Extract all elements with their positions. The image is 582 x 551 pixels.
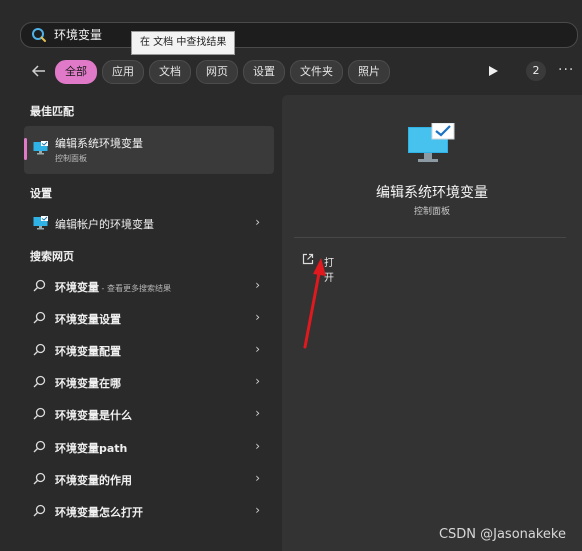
open-label: 打开 bbox=[324, 258, 334, 284]
search-bar[interactable]: 环境变量 bbox=[20, 22, 578, 48]
chevron-right-icon: › bbox=[255, 471, 260, 485]
chevron-right-icon: › bbox=[255, 374, 260, 388]
search-icon bbox=[33, 440, 46, 453]
web-result-item[interactable]: 环境变量path › bbox=[24, 434, 274, 460]
result-count-badge[interactable]: 2 bbox=[526, 61, 546, 81]
monitor-icon bbox=[33, 141, 48, 155]
monitor-large-icon bbox=[408, 123, 455, 162]
settings-heading: 设置 bbox=[30, 187, 52, 200]
tab-documents[interactable]: 文档 bbox=[149, 60, 191, 84]
web-result-item[interactable]: 环境变量是什么 › bbox=[24, 401, 274, 427]
best-match-title: 编辑系统环境变量 bbox=[55, 137, 143, 150]
tab-folders[interactable]: 文件夹 bbox=[290, 60, 343, 84]
tab-photos[interactable]: 照片 bbox=[348, 60, 390, 84]
chevron-right-icon: › bbox=[255, 310, 260, 324]
best-match-heading: 最佳匹配 bbox=[30, 105, 74, 118]
watermark: CSDN @Jasonakeke bbox=[438, 527, 566, 542]
search-icon bbox=[33, 311, 46, 324]
web-result-item[interactable]: 环境变量 - 查看更多搜索结果 › bbox=[24, 273, 274, 299]
chevron-right-icon: › bbox=[255, 439, 260, 453]
back-arrow-icon[interactable] bbox=[30, 62, 48, 80]
web-result-item[interactable]: 环境变量的作用 › bbox=[24, 466, 274, 492]
web-result-label: 环境变量是什么 bbox=[55, 409, 132, 422]
web-result-label: 环境变量在哪 bbox=[55, 377, 121, 390]
web-result-hint: - 查看更多搜索结果 bbox=[99, 284, 171, 293]
web-result-label: 环境变量怎么打开 bbox=[55, 506, 143, 519]
search-icon bbox=[33, 343, 46, 356]
monitor-icon bbox=[33, 216, 48, 230]
search-input[interactable]: 环境变量 bbox=[54, 26, 102, 43]
chevron-right-icon: › bbox=[255, 406, 260, 420]
web-result-term: 环境变量 bbox=[55, 281, 99, 294]
settings-item-label: 编辑帐户的环境变量 bbox=[55, 218, 154, 231]
search-icon bbox=[33, 407, 46, 420]
search-icon bbox=[33, 375, 46, 388]
chevron-right-icon: › bbox=[255, 278, 260, 292]
selection-indicator bbox=[24, 138, 27, 160]
tab-settings[interactable]: 设置 bbox=[243, 60, 285, 84]
chevron-right-icon: › bbox=[255, 503, 260, 517]
divider bbox=[294, 237, 566, 238]
detail-pane: 编辑系统环境变量 控制面板 打开 bbox=[282, 95, 582, 551]
detail-title: 编辑系统环境变量 bbox=[376, 185, 488, 201]
open-external-icon bbox=[302, 253, 314, 265]
detail-subtitle: 控制面板 bbox=[413, 207, 450, 217]
more-options-icon[interactable]: ··· bbox=[558, 62, 574, 78]
settings-item[interactable]: 编辑帐户的环境变量 › bbox=[24, 210, 274, 236]
search-icon bbox=[32, 28, 46, 42]
chevron-right-icon: › bbox=[255, 342, 260, 356]
web-result-label: 环境变量的作用 bbox=[55, 474, 132, 487]
web-result-label: 环境变量配置 bbox=[55, 345, 121, 358]
web-result-item[interactable]: 环境变量在哪 › bbox=[24, 369, 274, 395]
web-result-item[interactable]: 环境变量配置 › bbox=[24, 337, 274, 363]
best-match-subtitle: 控制面板 bbox=[55, 154, 87, 163]
play-icon[interactable] bbox=[486, 64, 500, 78]
web-result-label: 环境变量设置 bbox=[55, 313, 121, 326]
chevron-right-icon: › bbox=[255, 215, 260, 229]
web-result-item[interactable]: 环境变量设置 › bbox=[24, 305, 274, 331]
tab-web[interactable]: 网页 bbox=[196, 60, 238, 84]
search-panel: 环境变量 在 文档 中查找结果 全部 应用 文档 网页 设置 文件夹 照片 2 … bbox=[0, 0, 582, 551]
search-icon bbox=[33, 279, 46, 292]
search-icon bbox=[33, 472, 46, 485]
best-match-item[interactable]: 编辑系统环境变量 控制面板 bbox=[24, 126, 274, 174]
web-result-label: 环境变量path bbox=[55, 442, 128, 455]
tab-all[interactable]: 全部 bbox=[55, 60, 97, 84]
web-search-heading: 搜索网页 bbox=[30, 250, 74, 263]
filter-tabs: 全部 应用 文档 网页 设置 文件夹 照片 bbox=[55, 60, 390, 84]
search-tooltip: 在 文档 中查找结果 bbox=[131, 31, 236, 55]
web-result-item[interactable]: 环境变量怎么打开 › bbox=[24, 498, 274, 524]
search-icon bbox=[33, 504, 46, 517]
tab-apps[interactable]: 应用 bbox=[102, 60, 144, 84]
